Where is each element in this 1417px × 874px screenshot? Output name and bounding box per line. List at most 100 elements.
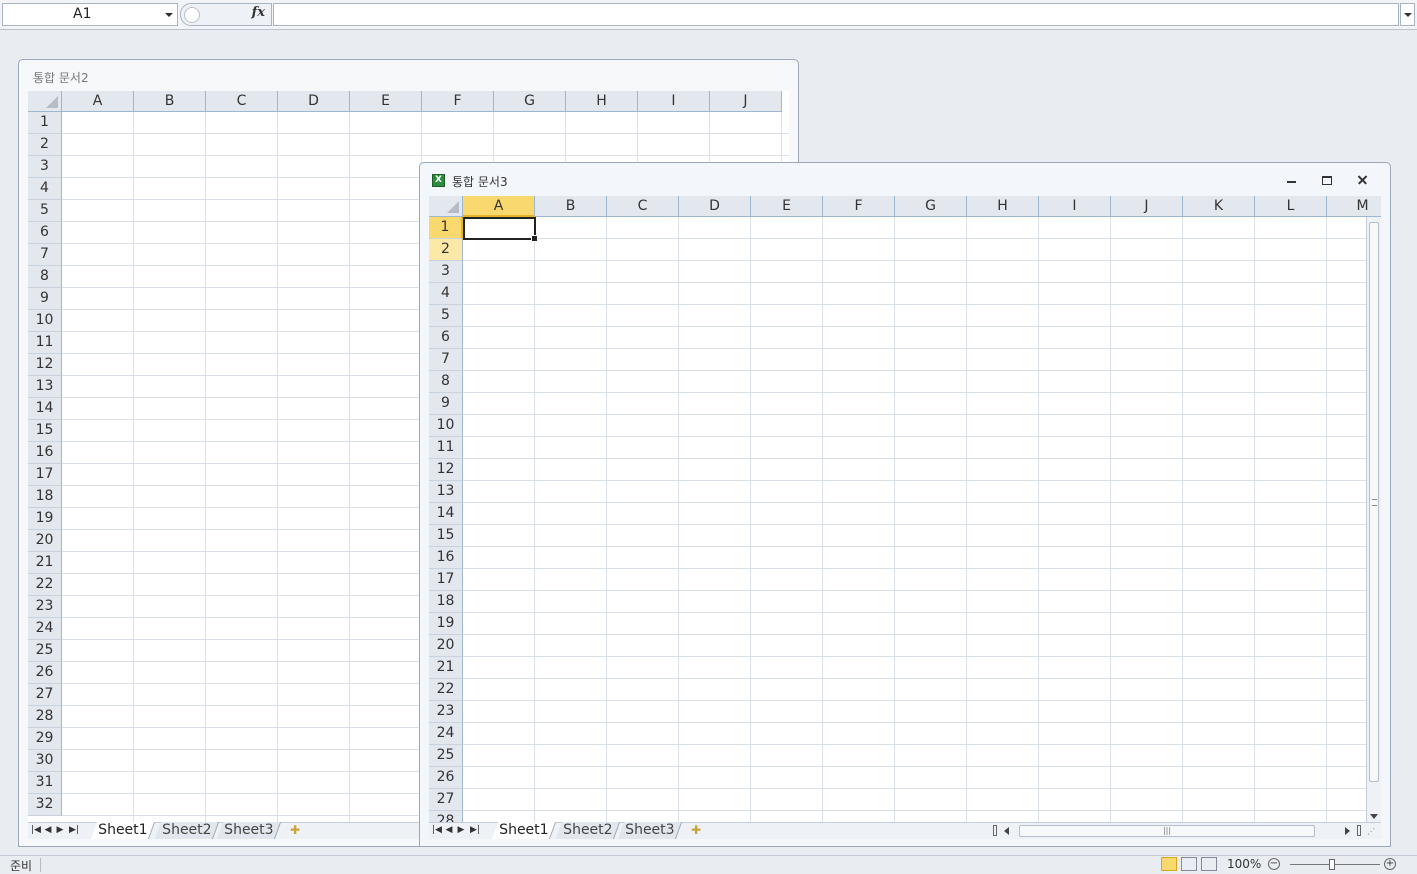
last-sheet-icon[interactable]: ▶| <box>68 824 80 837</box>
row-header[interactable]: 13 <box>429 481 463 503</box>
tab-split-handle-icon[interactable] <box>993 825 997 836</box>
row-header[interactable]: 11 <box>429 437 463 459</box>
row-header[interactable]: 2 <box>429 239 463 261</box>
formula-input[interactable] <box>273 3 1399 26</box>
next-sheet-icon[interactable]: ▶ <box>455 824 467 837</box>
column-header[interactable]: B <box>134 91 206 112</box>
row-header[interactable]: 2 <box>28 134 62 156</box>
sheet-tab-sheet1[interactable]: Sheet1 <box>491 822 557 839</box>
sheet-tab-sheet3[interactable]: Sheet3 <box>216 822 282 839</box>
sheet-tab-sheet1[interactable]: Sheet1 <box>90 822 156 839</box>
sheet-tab-sheet2[interactable]: Sheet2 <box>555 822 621 839</box>
column-header[interactable]: I <box>638 91 710 112</box>
column-header[interactable]: A <box>62 91 134 112</box>
column-header[interactable]: H <box>566 91 638 112</box>
zoom-in-icon[interactable]: + <box>1384 858 1396 870</box>
row-header[interactable]: 7 <box>429 349 463 371</box>
row-header[interactable]: 16 <box>429 547 463 569</box>
column-header[interactable]: D <box>679 196 751 217</box>
excel-workbook-icon[interactable]: X <box>432 174 445 187</box>
column-header[interactable]: B <box>535 196 607 217</box>
row-header[interactable]: 12 <box>429 459 463 481</box>
row-header[interactable]: 16 <box>28 442 62 464</box>
row-header[interactable]: 1 <box>28 112 62 134</box>
active-cell-a1[interactable] <box>463 217 538 242</box>
row-header[interactable]: 5 <box>429 305 463 327</box>
row-header[interactable]: 8 <box>429 371 463 393</box>
row-header[interactable]: 32 <box>28 794 62 816</box>
workbook-window-3[interactable]: X 통합 문서3 A B C D E F G H I J K L M 1 2 3 4 5 6 7 8 9 10 11 12 13 1… <box>419 162 1391 847</box>
row-header[interactable]: 4 <box>28 178 62 200</box>
page-break-preview-icon[interactable] <box>1201 857 1217 871</box>
row-header[interactable]: 18 <box>28 486 62 508</box>
row-header[interactable]: 6 <box>429 327 463 349</box>
row-header[interactable]: 13 <box>28 376 62 398</box>
row-header[interactable]: 15 <box>28 420 62 442</box>
first-sheet-icon[interactable]: |◀ <box>431 824 443 837</box>
sheet-tab-sheet3[interactable]: Sheet3 <box>617 822 683 839</box>
row-header[interactable]: 20 <box>28 530 62 552</box>
insert-function-icon[interactable]: fx <box>252 5 265 20</box>
scroll-left-icon[interactable] <box>1004 827 1009 835</box>
column-header[interactable]: E <box>751 196 823 217</box>
row-header[interactable]: 11 <box>28 332 62 354</box>
split-box-icon[interactable] <box>1357 825 1361 836</box>
column-header[interactable]: K <box>1183 196 1255 217</box>
insert-worksheet-icon[interactable]: ✚ <box>685 823 707 838</box>
minimize-icon[interactable] <box>1283 173 1299 187</box>
row-header[interactable]: 28 <box>28 706 62 728</box>
row-header[interactable]: 22 <box>28 574 62 596</box>
row-header[interactable]: 30 <box>28 750 62 772</box>
zoom-out-icon[interactable]: − <box>1268 858 1280 870</box>
formula-bar-resize-handle[interactable] <box>184 7 200 23</box>
horizontal-scrollbar[interactable]: ||| ⋰ <box>991 823 1381 839</box>
row-header[interactable]: 23 <box>28 596 62 618</box>
row-header[interactable]: 17 <box>429 569 463 591</box>
row-header[interactable]: 4 <box>429 283 463 305</box>
row-header[interactable]: 21 <box>429 657 463 679</box>
row-header[interactable]: 10 <box>429 415 463 437</box>
prev-sheet-icon[interactable]: ◀ <box>443 824 455 837</box>
resize-grip-icon[interactable]: ⋰ <box>1367 827 1375 836</box>
select-all-corner[interactable] <box>429 196 463 217</box>
row-header[interactable]: 28 <box>429 811 463 822</box>
row-header[interactable]: 24 <box>429 723 463 745</box>
column-header[interactable]: I <box>1039 196 1111 217</box>
select-all-corner[interactable] <box>28 91 62 112</box>
zoom-level[interactable]: 100% <box>1227 857 1261 871</box>
column-header[interactable]: G <box>895 196 967 217</box>
column-header[interactable]: E <box>350 91 422 112</box>
next-sheet-icon[interactable]: ▶ <box>54 824 66 837</box>
row-header[interactable]: 12 <box>28 354 62 376</box>
row-header[interactable]: 25 <box>28 640 62 662</box>
row-header[interactable]: 7 <box>28 244 62 266</box>
sheet-tab-sheet2[interactable]: Sheet2 <box>154 822 220 839</box>
row-header[interactable]: 9 <box>28 288 62 310</box>
row-header[interactable]: 14 <box>429 503 463 525</box>
row-header[interactable]: 10 <box>28 310 62 332</box>
expand-formula-bar-button[interactable] <box>1400 3 1415 26</box>
row-header[interactable]: 5 <box>28 200 62 222</box>
row-header[interactable]: 17 <box>28 464 62 486</box>
horizontal-scroll-thumb[interactable]: ||| <box>1019 825 1315 837</box>
row-header[interactable]: 8 <box>28 266 62 288</box>
cell-area[interactable] <box>463 217 1366 822</box>
column-header[interactable]: F <box>823 196 895 217</box>
scroll-right-icon[interactable] <box>1345 827 1350 835</box>
restore-icon[interactable] <box>1319 173 1335 187</box>
zoom-slider-thumb[interactable] <box>1329 859 1335 870</box>
row-header[interactable]: 18 <box>429 591 463 613</box>
column-header[interactable]: D <box>278 91 350 112</box>
row-header[interactable]: 25 <box>429 745 463 767</box>
prev-sheet-icon[interactable]: ◀ <box>42 824 54 837</box>
row-header[interactable]: 3 <box>429 261 463 283</box>
row-header[interactable]: 26 <box>429 767 463 789</box>
vertical-scroll-thumb[interactable] <box>1369 222 1379 782</box>
row-header[interactable]: 9 <box>429 393 463 415</box>
row-header[interactable]: 29 <box>28 728 62 750</box>
row-header[interactable]: 20 <box>429 635 463 657</box>
column-header[interactable]: A <box>463 196 535 217</box>
row-header[interactable]: 26 <box>28 662 62 684</box>
row-header[interactable]: 19 <box>429 613 463 635</box>
column-header[interactable]: C <box>206 91 278 112</box>
